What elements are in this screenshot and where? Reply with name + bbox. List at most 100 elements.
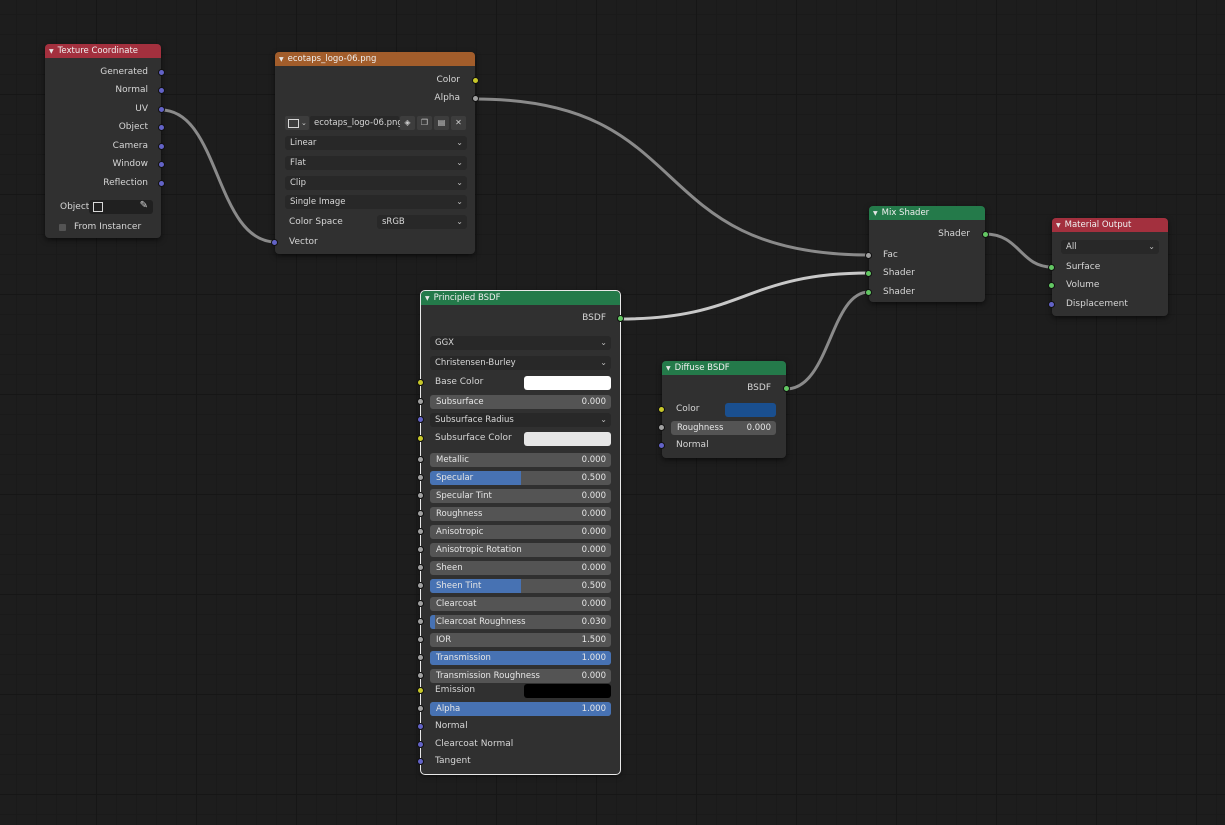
socket-subsurface[interactable] xyxy=(417,398,424,405)
socket-ior[interactable] xyxy=(417,636,424,643)
socket-metallic[interactable] xyxy=(417,456,424,463)
subsurface-radius-dropdown[interactable]: Subsurface Radius ⌄ xyxy=(430,413,611,427)
collapse-icon[interactable]: ▼ xyxy=(1056,222,1061,229)
collapse-icon[interactable]: ▼ xyxy=(279,56,284,63)
socket-roughness[interactable] xyxy=(658,424,665,431)
projection-dropdown[interactable]: Flat ⌄ xyxy=(285,156,467,170)
socket-normal[interactable] xyxy=(158,87,165,94)
transmission-roughness-slider[interactable]: Transmission Roughness 0.000 xyxy=(430,669,611,683)
socket-shader-output[interactable] xyxy=(982,231,989,238)
node-header[interactable]: ▼ Material Output xyxy=(1052,218,1168,232)
socket-bsdf-output[interactable] xyxy=(783,385,790,392)
subsurface-method-dropdown[interactable]: Christensen-Burley ⌄ xyxy=(430,356,611,370)
source-dropdown[interactable]: Single Image ⌄ xyxy=(285,195,467,209)
diffuse-bsdf-node[interactable]: ▼ Diffuse BSDF BSDF Color Roughness 0.00… xyxy=(658,361,790,458)
socket-alpha[interactable] xyxy=(472,95,479,102)
socket-reflection[interactable] xyxy=(158,180,165,187)
socket-sheen[interactable] xyxy=(417,564,424,571)
socket-color[interactable] xyxy=(658,406,665,413)
node-header[interactable]: ▼ Mix Shader xyxy=(869,206,985,220)
socket-displacement[interactable] xyxy=(1048,301,1055,308)
socket-camera[interactable] xyxy=(158,143,165,150)
socket-clearcoat-roughness[interactable] xyxy=(417,618,424,625)
diffuse-color-swatch[interactable] xyxy=(725,403,776,417)
image-browse-button[interactable]: ⌄ xyxy=(285,116,309,130)
roughness-slider[interactable]: Roughness 0.000 xyxy=(430,507,611,521)
collapse-icon[interactable]: ▼ xyxy=(425,295,430,302)
target-dropdown[interactable]: All ⌄ xyxy=(1061,240,1159,254)
socket-transmission-roughness[interactable] xyxy=(417,672,424,679)
socket-transmission[interactable] xyxy=(417,654,424,661)
material-output-node[interactable]: ▼ Material Output All ⌄ Surface Volume D… xyxy=(1048,218,1168,316)
roughness-slider[interactable]: Roughness 0.000 xyxy=(671,421,776,435)
socket-normal[interactable] xyxy=(658,442,665,449)
socket-shader-1[interactable] xyxy=(865,270,872,277)
socket-surface[interactable] xyxy=(1048,264,1055,271)
metallic-slider[interactable]: Metallic 0.000 xyxy=(430,453,611,467)
clearcoat-roughness-slider[interactable]: Clearcoat Roughness 0.030 xyxy=(430,615,611,629)
subsurface-color-swatch[interactable] xyxy=(524,432,611,446)
interpolation-dropdown[interactable]: Linear ⌄ xyxy=(285,136,467,150)
socket-anisotropic-rotation[interactable] xyxy=(417,546,424,553)
collapse-icon[interactable]: ▼ xyxy=(666,365,671,372)
alpha-slider[interactable]: Alpha 1.000 xyxy=(430,702,611,716)
subsurface-slider[interactable]: Subsurface 0.000 xyxy=(430,395,611,409)
texture-coordinate-node[interactable]: ▼ Texture Coordinate Generated Normal UV… xyxy=(45,44,165,238)
socket-normal[interactable] xyxy=(417,723,424,730)
sheen-slider[interactable]: Sheen 0.000 xyxy=(430,561,611,575)
color-space-dropdown[interactable]: sRGB ⌄ xyxy=(377,215,467,229)
duplicate-icon[interactable]: ❐ xyxy=(417,116,432,130)
socket-roughness[interactable] xyxy=(417,510,424,517)
unlink-close-icon[interactable]: ✕ xyxy=(451,116,466,130)
socket-subsurface-color[interactable] xyxy=(417,435,424,442)
object-picker-field[interactable]: ✎ xyxy=(89,200,153,214)
collapse-icon[interactable]: ▼ xyxy=(873,210,878,217)
socket-uv[interactable] xyxy=(158,106,165,113)
socket-object[interactable] xyxy=(158,124,165,131)
node-header[interactable]: ▼ Principled BSDF xyxy=(421,291,620,305)
specular-slider[interactable]: Specular 0.500 xyxy=(430,471,611,485)
socket-alpha[interactable] xyxy=(417,705,424,712)
fake-user-shield-icon[interactable]: ◈ xyxy=(400,116,415,130)
socket-base-color[interactable] xyxy=(417,379,424,386)
socket-sheen-tint[interactable] xyxy=(417,582,424,589)
socket-volume[interactable] xyxy=(1048,282,1055,289)
socket-vector[interactable] xyxy=(271,239,278,246)
extension-dropdown[interactable]: Clip ⌄ xyxy=(285,176,467,190)
image-texture-node[interactable]: ▼ ecotaps_logo-06.png Color Alpha ⌄ ecot… xyxy=(271,52,479,254)
socket-generated[interactable] xyxy=(158,69,165,76)
anisotropic-rotation-slider[interactable]: Anisotropic Rotation 0.000 xyxy=(430,543,611,557)
socket-color[interactable] xyxy=(472,77,479,84)
principled-bsdf-node[interactable]: ▼ Principled BSDF BSDF GGX ⌄ Christensen… xyxy=(417,290,624,775)
node-header[interactable]: ▼ Texture Coordinate xyxy=(45,44,161,58)
sheen-tint-slider[interactable]: Sheen Tint 0.500 xyxy=(430,579,611,593)
socket-subsurface-radius[interactable] xyxy=(417,416,424,423)
transmission-slider[interactable]: Transmission 1.000 xyxy=(430,651,611,665)
node-header[interactable]: ▼ Diffuse BSDF xyxy=(662,361,786,375)
anisotropic-slider[interactable]: Anisotropic 0.000 xyxy=(430,525,611,539)
specular-tint-slider[interactable]: Specular Tint 0.000 xyxy=(430,489,611,503)
socket-emission[interactable] xyxy=(417,687,424,694)
clearcoat-slider[interactable]: Clearcoat 0.000 xyxy=(430,597,611,611)
open-folder-icon[interactable]: ▤ xyxy=(434,116,449,130)
mix-shader-node[interactable]: ▼ Mix Shader Shader Fac Shader Shader xyxy=(865,206,989,302)
collapse-icon[interactable]: ▼ xyxy=(49,48,54,55)
socket-fac[interactable] xyxy=(865,252,872,259)
socket-specular[interactable] xyxy=(417,474,424,481)
base-color-swatch[interactable] xyxy=(524,376,611,390)
socket-clearcoat-normal[interactable] xyxy=(417,741,424,748)
ior-slider[interactable]: IOR 1.500 xyxy=(430,633,611,647)
image-name-field[interactable]: ecotaps_logo-06.png xyxy=(310,116,403,130)
eyedropper-icon[interactable]: ✎ xyxy=(140,200,148,211)
socket-clearcoat[interactable] xyxy=(417,600,424,607)
emission-color-swatch[interactable] xyxy=(524,684,611,698)
node-header[interactable]: ▼ ecotaps_logo-06.png xyxy=(275,52,475,66)
socket-shader-2[interactable] xyxy=(865,289,872,296)
socket-window[interactable] xyxy=(158,161,165,168)
socket-bsdf-output[interactable] xyxy=(617,315,624,322)
from-instancer-checkbox[interactable] xyxy=(59,224,66,231)
socket-specular-tint[interactable] xyxy=(417,492,424,499)
socket-tangent[interactable] xyxy=(417,758,424,765)
distribution-dropdown[interactable]: GGX ⌄ xyxy=(430,336,611,350)
socket-anisotropic[interactable] xyxy=(417,528,424,535)
